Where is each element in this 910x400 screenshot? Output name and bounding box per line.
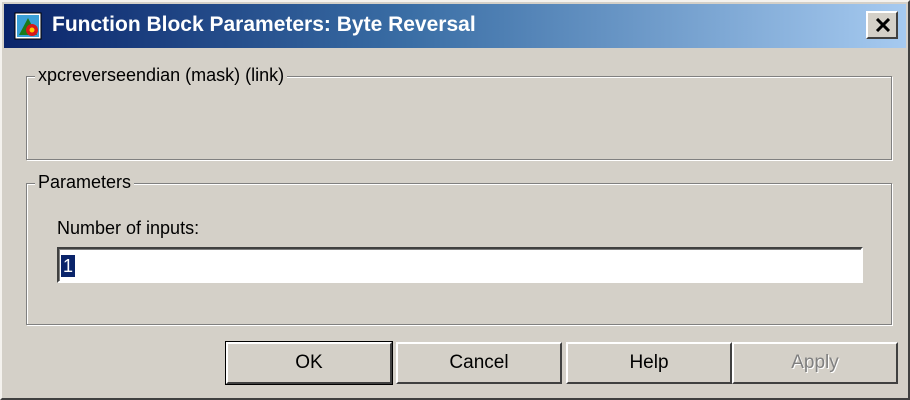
parameters-group: Parameters Number of inputs: 1	[26, 172, 892, 325]
title-bar[interactable]: Function Block Parameters: Byte Reversal	[4, 4, 906, 48]
number-of-inputs-value: 1	[61, 255, 76, 277]
cancel-button[interactable]: Cancel	[396, 342, 562, 384]
apply-button[interactable]: Apply	[732, 342, 898, 384]
parameters-legend: Parameters	[35, 172, 135, 193]
number-of-inputs-label: Number of inputs:	[57, 218, 200, 238]
dialog-window: Function Block Parameters: Byte Reversal…	[0, 0, 910, 400]
simulink-block-icon[interactable]	[14, 12, 42, 40]
mask-description-group: xpcreverseendian (mask) (link)	[26, 65, 892, 160]
number-of-inputs-field[interactable]: 1	[57, 247, 863, 283]
window-title: Function Block Parameters: Byte Reversal	[52, 13, 476, 36]
ok-button[interactable]: OK	[225, 341, 393, 385]
close-icon	[875, 18, 891, 32]
help-button[interactable]: Help	[566, 342, 732, 384]
mask-group-legend: xpcreverseendian (mask) (link)	[35, 65, 288, 86]
close-button[interactable]	[866, 11, 898, 39]
